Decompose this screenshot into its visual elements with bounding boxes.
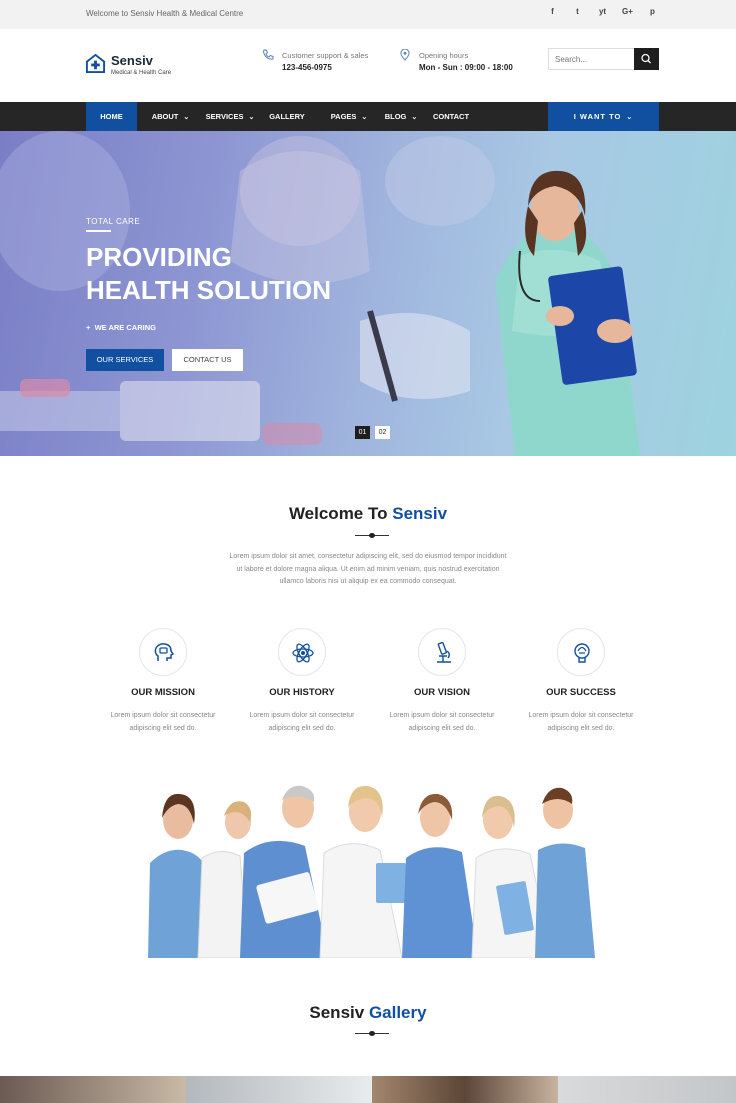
gallery-title-accent: Gallery [368,1003,427,1022]
atom-icon [292,643,314,663]
gallery-image[interactable] [186,1076,372,1103]
chevron-down-icon: ⌄ [411,114,418,121]
hero-title-line1: PROVIDING [86,242,232,272]
nav-services[interactable]: SERVICES ⌄ [200,102,260,131]
nav-about[interactable]: ABOUT ⌄ [143,102,198,131]
feature-desc-line1: Lorem ipsum dolor sit consectetur [528,712,634,719]
welcome-text-line2: ut labore et dolore magna aliqua. Ut eni… [236,565,500,573]
nav-pages-label: PAGES [330,112,357,121]
support-label: Customer support & sales [282,51,369,60]
slide-1-indicator[interactable]: 01 [355,426,370,439]
microscope-icon [437,641,451,663]
section-divider [355,1031,389,1037]
site-header: Sensiv Medical & Health Care Customer su… [0,29,736,102]
contact-us-button[interactable]: CONTACT US [172,349,243,371]
nav-services-label: SERVICES [205,112,244,121]
welcome-title-plain: Welcome To [288,504,388,523]
feature-desc-line2: adipiscing elit sed do. [129,724,197,732]
feature-icon-circle[interactable] [557,628,605,676]
nav-contact-label: CONTACT [432,112,470,121]
hours-value: Mon - Sun : 09:00 - 18:00 [419,63,513,72]
nav-about-label: ABOUT [151,112,179,121]
google-plus-icon[interactable]: G+ [615,7,640,16]
gallery-title: Sensiv Gallery [0,1003,736,1023]
gallery-image[interactable] [558,1076,736,1103]
feature-desc-line1: Lorem ipsum dolor sit consectetur [249,712,355,719]
cta-label: I WANT TO [573,112,622,121]
nav-gallery-label: GALLERY [269,112,305,121]
facebook-icon[interactable]: f [540,7,565,16]
feature-desc: Lorem ipsum dolor sit consectetur adipisc… [242,710,362,735]
welcome-title: Welcome To Sensiv [0,504,736,524]
feature-desc-line1: Lorem ipsum dolor sit consectetur [110,712,216,719]
hero-overline: TOTAL CARE [86,217,141,226]
slide-2-indicator[interactable]: 02 [375,426,390,439]
support-phone[interactable]: 123-456-0975 [282,63,332,72]
gallery-title-plain: Sensiv [309,1003,365,1022]
welcome-text-line3: ullamco laboris nisi ut aliquip ex ea co… [279,578,457,585]
i-want-to-dropdown[interactable]: I WANT TO ⌄ [548,102,659,131]
trophy-icon [574,643,590,663]
top-bar: Welcome to Sensiv Health & Medical Centr… [0,0,736,29]
search-input[interactable] [549,49,635,69]
chevron-down-icon: ⌄ [183,114,190,121]
head-idea-icon [154,643,175,661]
youtube-icon[interactable]: yt [590,7,615,16]
gallery-image[interactable] [372,1076,558,1103]
gallery-strip [0,1076,736,1103]
hospital-logo-icon[interactable] [85,53,106,74]
nav-blog[interactable]: BLOG ⌄ [380,102,422,131]
hero-subtitle-text: WE ARE CARING [94,323,156,332]
search-box [548,48,659,70]
feature-name: OUR MISSION [131,687,195,698]
feature-icon-circle[interactable] [418,628,466,676]
brand-name[interactable]: Sensiv [111,53,153,68]
main-nav: HOME ABOUT ⌄ SERVICES ⌄ GALLERY PAGES ⌄ BLO… [0,102,736,131]
welcome-text: Lorem ipsum dolor sit amet, consectetur … [210,551,526,589]
search-button[interactable] [634,48,659,70]
phone-icon [262,49,274,60]
nav-gallery[interactable]: GALLERY [264,102,310,131]
chevron-down-icon: ⌄ [248,114,255,121]
feature-desc-line1: Lorem ipsum dolor sit consectetur [389,712,495,719]
hero-title: PROVIDING HEALTH SOLUTION [86,241,331,307]
feature-name: OUR VISION [414,687,470,698]
feature-desc-line2: adipiscing elit sed do. [408,724,476,732]
section-divider [355,533,389,539]
plus-icon: + [86,323,95,332]
nav-home[interactable]: HOME [86,102,137,131]
nav-blog-label: BLOG [384,112,407,121]
hero-subtitle: + WE ARE CARING [86,323,156,332]
social-links: f t yt G+ p [540,7,665,16]
search-icon [641,53,651,64]
feature-desc: Lorem ipsum dolor sit consectetur adipisc… [103,710,223,735]
hero-title-line2: HEALTH SOLUTION [86,275,332,305]
chevron-down-icon: ⌄ [626,114,634,121]
welcome-title-accent: Sensiv [392,504,448,523]
chevron-down-icon: ⌄ [361,114,368,121]
feature-icon-circle[interactable] [278,628,326,676]
nav-home-label: HOME [100,112,123,121]
welcome-text-line1: Lorem ipsum dolor sit amet, consectetur … [229,553,507,560]
hours-label: Opening hours [419,51,469,60]
medical-team-image [148,785,595,958]
twitter-icon[interactable]: t [565,7,590,16]
nav-contact[interactable]: CONTACT [428,102,474,131]
hero-rule [86,230,111,232]
hero-slider: TOTAL CARE PROVIDING HEALTH SOLUTION + W… [0,131,736,456]
location-pin-icon [400,49,410,61]
gallery-image[interactable] [0,1076,186,1103]
feature-name: OUR HISTORY [269,687,335,698]
feature-desc-line2: adipiscing elit sed do. [268,724,336,732]
our-services-button[interactable]: OUR SERVICES [86,349,164,371]
feature-icon-circle[interactable] [139,628,187,676]
nav-pages[interactable]: PAGES ⌄ [325,102,373,131]
pinterest-icon[interactable]: p [640,7,665,16]
feature-desc: Lorem ipsum dolor sit consectetur adipisc… [521,710,641,735]
brand-tagline: Medical & Health Care [111,70,172,76]
feature-desc: Lorem ipsum dolor sit consectetur adipisc… [382,710,502,735]
feature-desc-line2: adipiscing elit sed do. [547,724,615,732]
welcome-text: Welcome to Sensiv Health & Medical Centr… [86,9,244,18]
feature-name: OUR SUCCESS [546,687,616,698]
